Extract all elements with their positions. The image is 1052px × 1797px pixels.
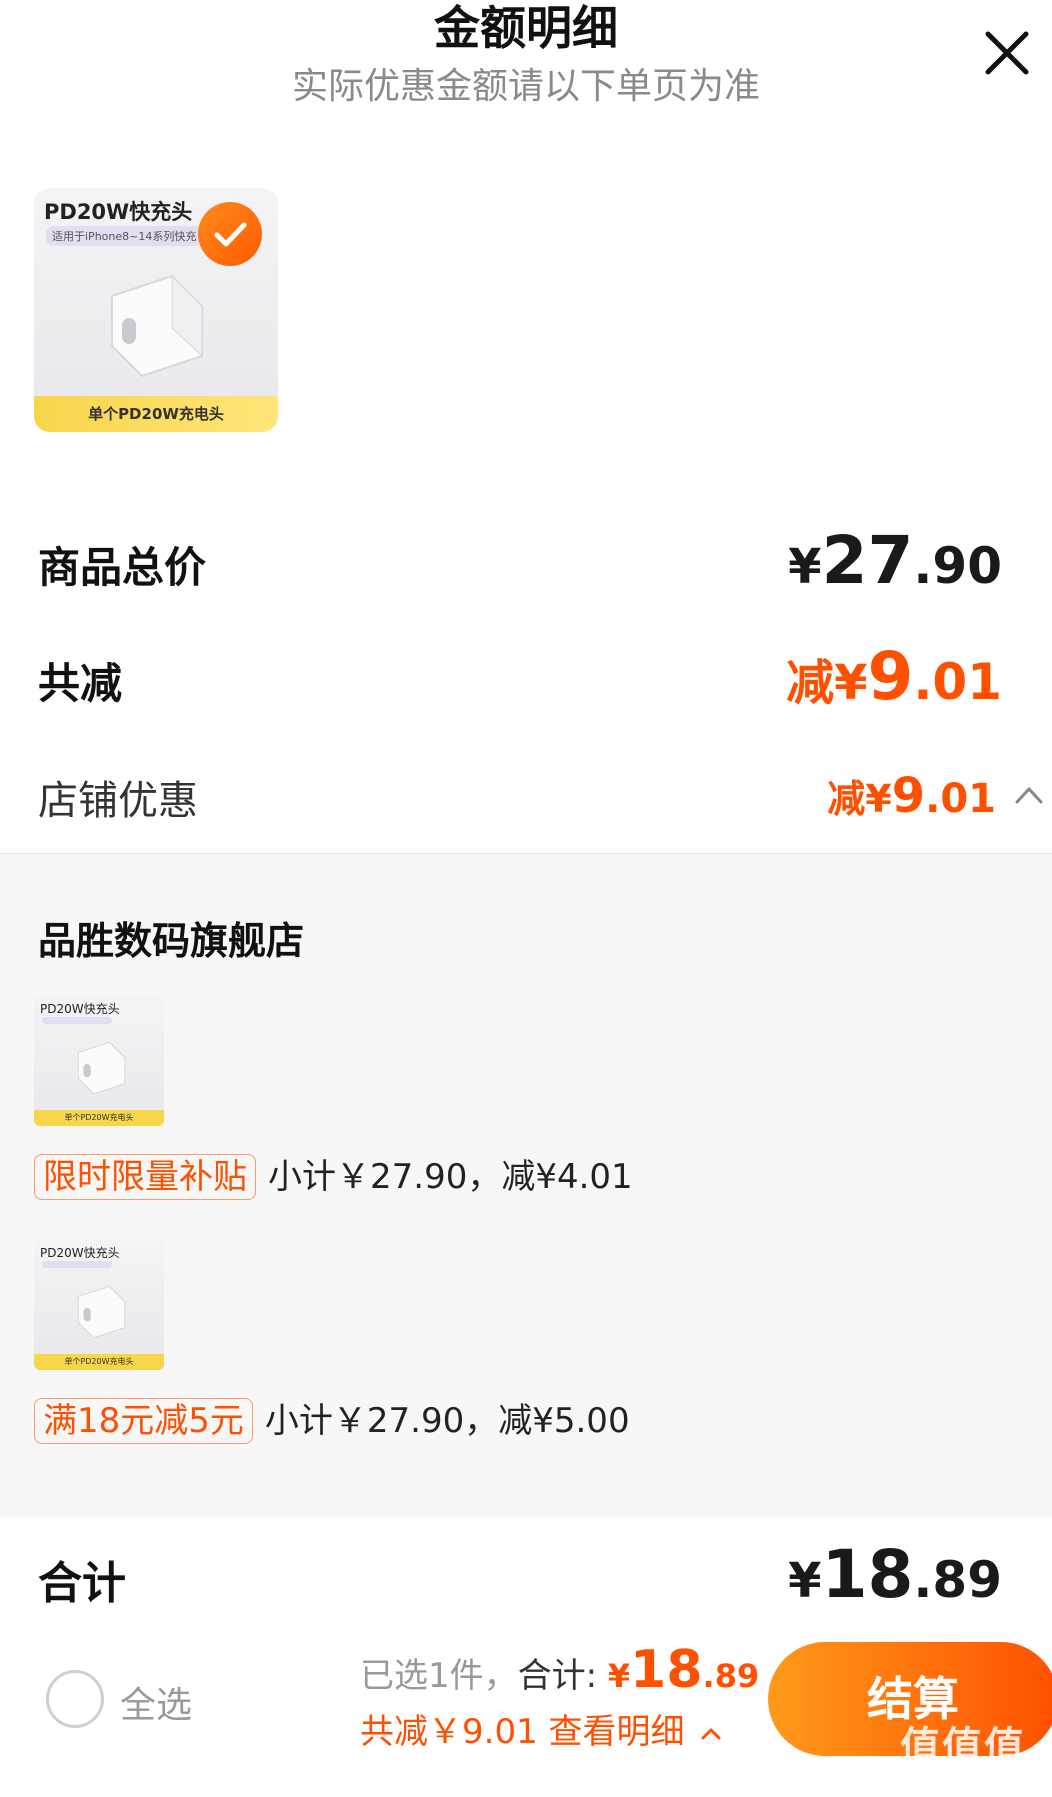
reduce-label: 共减 <box>38 659 123 708</box>
reduce-amount: 减¥9.01 <box>786 638 1002 715</box>
charger-image <box>77 1285 126 1339</box>
select-all-label[interactable]: 全选 <box>120 1676 192 1728</box>
watermark-url: zhizhizhi.com <box>906 1762 1028 1783</box>
charger-image <box>77 1041 126 1095</box>
product-card[interactable]: PD20W快充头 适用于iPhone8~14系列快充 单个PD20W充电头 <box>34 188 278 432</box>
store-name: 品胜数码旗舰店 <box>38 919 305 963</box>
view-detail-link[interactable]: 共减￥9.01 查看明细 <box>360 1704 723 1753</box>
selected-badge[interactable] <box>198 202 262 266</box>
goods-total-price: ¥27.90 <box>788 522 1002 599</box>
store-discount-label: 店铺优惠 <box>38 778 198 824</box>
promo-tag: 限时限量补贴 <box>34 1154 256 1200</box>
checkout-bar: 全选 已选1件，合计: ¥18.89 共减￥9.01 查看明细 结算 <box>0 1630 1052 1797</box>
charger-image <box>111 274 203 378</box>
close-icon <box>985 31 1029 75</box>
header: 金额明细 实际优惠金额请以下单页为准 <box>0 0 1052 120</box>
product-thumb-bar: 单个PD20W充电头 <box>34 396 278 432</box>
chevron-up-icon <box>701 1728 721 1739</box>
store-discount-amount[interactable]: 减¥9.01 <box>827 768 996 824</box>
page-title: 金额明细 <box>434 1 618 55</box>
item-thumbnail[interactable]: PD20W快充头 单个PD20W充电头 <box>34 1240 164 1370</box>
select-all-radio[interactable] <box>46 1670 104 1728</box>
promo-subtotal: 小计￥27.90，减¥5.00 <box>264 1401 630 1441</box>
promo-subtotal: 小计￥27.90，减¥4.01 <box>268 1157 633 1197</box>
product-thumb-title: PD20W快充头 <box>44 200 193 224</box>
promo-line: 限时限量补贴 小计￥27.90，减¥4.01 <box>34 1154 633 1204</box>
discount-detail-panel: 品胜数码旗舰店 PD20W快充头 单个PD20W充电头 限时限量补贴 小计￥27.… <box>0 853 1052 1517</box>
check-icon <box>214 222 247 247</box>
close-button[interactable] <box>982 28 1032 78</box>
selection-summary: 已选1件，合计: ¥18.89 <box>360 1640 760 1700</box>
promo-tag: 满18元减5元 <box>34 1398 253 1444</box>
chevron-up-icon[interactable] <box>1012 780 1046 808</box>
total-price: ¥18.89 <box>788 1536 1002 1613</box>
goods-total-label: 商品总价 <box>38 543 207 592</box>
item-thumbnail[interactable]: PD20W快充头 单个PD20W充电头 <box>34 996 164 1126</box>
product-thumb-tag: 适用于iPhone8~14系列快充 <box>46 226 203 246</box>
promo-line: 满18元减5元 小计￥27.90，减¥5.00 <box>34 1398 630 1448</box>
page-subtitle: 实际优惠金额请以下单页为准 <box>291 66 760 107</box>
total-label: 合计 <box>38 1558 126 1609</box>
